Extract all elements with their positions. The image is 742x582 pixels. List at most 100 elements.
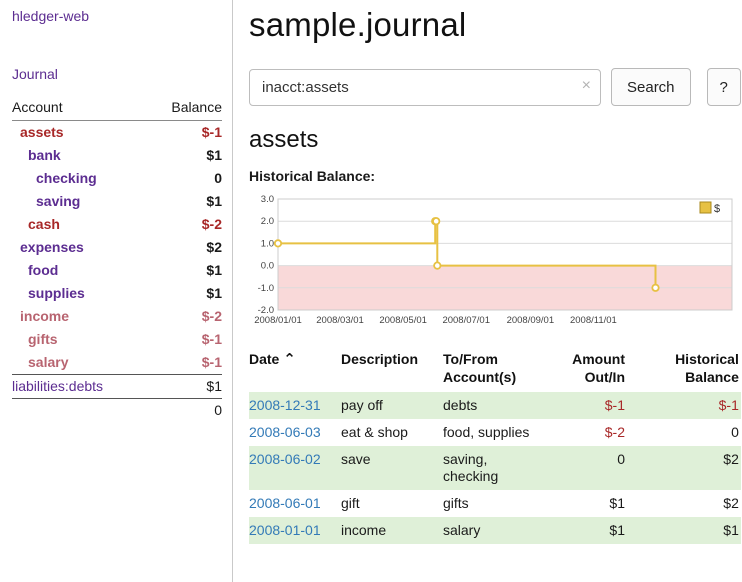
account-link[interactable]: assets — [12, 124, 64, 141]
account-link[interactable]: liabilities:debts — [12, 378, 103, 395]
account-balance: $2 — [147, 236, 222, 259]
chart-marker — [652, 285, 658, 291]
transaction-amount: $-1 — [547, 392, 633, 419]
historical-balance-column-header: Historical Balance — [633, 348, 741, 392]
chart-ytick-label: -1.0 — [258, 283, 274, 294]
account-link[interactable]: cash — [12, 216, 60, 233]
account-balance: $-2 — [147, 305, 222, 328]
date-column-label: Date — [249, 351, 279, 367]
transaction-date-link[interactable]: 2008-06-02 — [249, 451, 321, 467]
account-link[interactable]: supplies — [12, 285, 85, 302]
chart-legend-swatch — [700, 202, 711, 213]
account-balance: $1 — [147, 144, 222, 167]
description-column-header: Description — [341, 348, 443, 392]
transaction-row: 2008-06-01 gift gifts $1 $2 — [249, 490, 741, 517]
account-balance: 0 — [147, 167, 222, 190]
transaction-accounts: salary — [443, 517, 547, 544]
chart-marker — [433, 218, 439, 224]
register-table-body: 2008-12-31 pay off debts $-1 $-1 2008-06… — [249, 392, 741, 544]
transaction-row: 2008-06-02 save saving, checking 0 $2 — [249, 446, 741, 490]
account-row: gifts $-1 — [12, 328, 222, 351]
account-row: liabilities:debts $1 — [12, 375, 222, 399]
account-balance: $1 — [147, 190, 222, 213]
transaction-description: pay off — [341, 392, 443, 419]
account-balance: $-2 — [147, 213, 222, 236]
account-link[interactable]: income — [12, 308, 69, 325]
account-link[interactable]: salary — [12, 354, 68, 371]
account-balance: $-1 — [147, 351, 222, 375]
balance-column-header: Balance — [147, 96, 222, 121]
transaction-balance: $2 — [633, 490, 741, 517]
search-bar: × Search ? — [249, 68, 741, 106]
account-link[interactable]: expenses — [12, 239, 84, 256]
account-balance: $-1 — [147, 121, 222, 145]
app-title-link[interactable]: hledger-web — [12, 8, 222, 24]
chart-ytick-label: 0.0 — [261, 261, 274, 272]
account-row: income $-2 — [12, 305, 222, 328]
search-button[interactable]: Search — [611, 68, 691, 106]
transaction-description: save — [341, 446, 443, 490]
main-content: sample.journal × Search ? assets Histori… — [233, 0, 742, 582]
transaction-balance: $2 — [633, 446, 741, 490]
chart-title: Historical Balance: — [249, 168, 741, 184]
account-row: assets $-1 — [12, 121, 222, 145]
register-header-row: Date ⌃ Description To/From Account(s) Am… — [249, 348, 741, 392]
chart-marker — [275, 240, 281, 246]
account-balance-table: Account Balance assets $-1 bank $1 check… — [12, 96, 222, 422]
transaction-row: 2008-12-31 pay off debts $-1 $-1 — [249, 392, 741, 419]
clear-search-icon[interactable]: × — [582, 78, 591, 94]
chart-xtick-label: 2008/05/01 — [379, 315, 427, 326]
page-title: sample.journal — [249, 6, 741, 44]
amount-column-header: Amount Out/In — [547, 348, 633, 392]
chart-ytick-label: 3.0 — [261, 194, 274, 205]
account-row: cash $-2 — [12, 213, 222, 236]
total-row: 0 — [12, 399, 222, 423]
chart-xtick-label: 2008/03/01 — [316, 315, 364, 326]
account-link[interactable]: saving — [12, 193, 80, 210]
transaction-row: 2008-01-01 income salary $1 $1 — [249, 517, 741, 544]
transaction-description: gift — [341, 490, 443, 517]
account-table-header-row: Account Balance — [12, 96, 222, 121]
chart-xtick-label: 2008/11/01 — [570, 315, 617, 326]
account-table-body: assets $-1 bank $1 checking 0 saving $1 … — [12, 121, 222, 399]
search-input[interactable] — [249, 69, 601, 106]
transaction-amount: $-2 — [547, 419, 633, 446]
help-button[interactable]: ? — [707, 68, 741, 106]
account-row: saving $1 — [12, 190, 222, 213]
account-balance: $1 — [147, 282, 222, 305]
transaction-description: eat & shop — [341, 419, 443, 446]
account-column-header: Account — [12, 96, 147, 121]
account-row: expenses $2 — [12, 236, 222, 259]
account-link[interactable]: bank — [12, 147, 61, 164]
date-column-header[interactable]: Date ⌃ — [249, 348, 341, 392]
account-row: food $1 — [12, 259, 222, 282]
account-link[interactable]: checking — [12, 170, 97, 187]
tofrom-column-header: To/From Account(s) — [443, 348, 547, 392]
chart-xtick-label: 2008/07/01 — [442, 315, 490, 326]
chart-legend-label: $ — [714, 203, 720, 215]
transaction-date-link[interactable]: 2008-12-31 — [249, 397, 321, 413]
transaction-amount: $1 — [547, 517, 633, 544]
account-link[interactable]: food — [12, 262, 58, 279]
sidebar: hledger-web Journal Account Balance asse… — [0, 0, 233, 582]
transaction-date-link[interactable]: 2008-06-03 — [249, 424, 321, 440]
transaction-date-link[interactable]: 2008-06-01 — [249, 495, 321, 511]
transaction-accounts: gifts — [443, 490, 547, 517]
account-row: salary $-1 — [12, 351, 222, 375]
account-link[interactable]: gifts — [12, 331, 58, 348]
account-row: supplies $1 — [12, 282, 222, 305]
account-row: checking 0 — [12, 167, 222, 190]
chart-marker — [434, 262, 440, 268]
account-balance: $1 — [147, 375, 222, 399]
total-spacer — [12, 399, 147, 423]
chart-xtick-label: 2008/09/01 — [507, 315, 555, 326]
transaction-accounts: food, supplies — [443, 419, 547, 446]
transaction-balance: $1 — [633, 517, 741, 544]
chart-ytick-label: 1.0 — [261, 238, 274, 249]
transaction-accounts: saving, checking — [443, 446, 547, 490]
transaction-date-link[interactable]: 2008-01-01 — [249, 522, 321, 538]
transaction-amount: 0 — [547, 446, 633, 490]
transaction-balance: $-1 — [633, 392, 741, 419]
search-input-wrap: × — [249, 69, 601, 106]
nav-journal-link[interactable]: Journal — [12, 66, 222, 82]
